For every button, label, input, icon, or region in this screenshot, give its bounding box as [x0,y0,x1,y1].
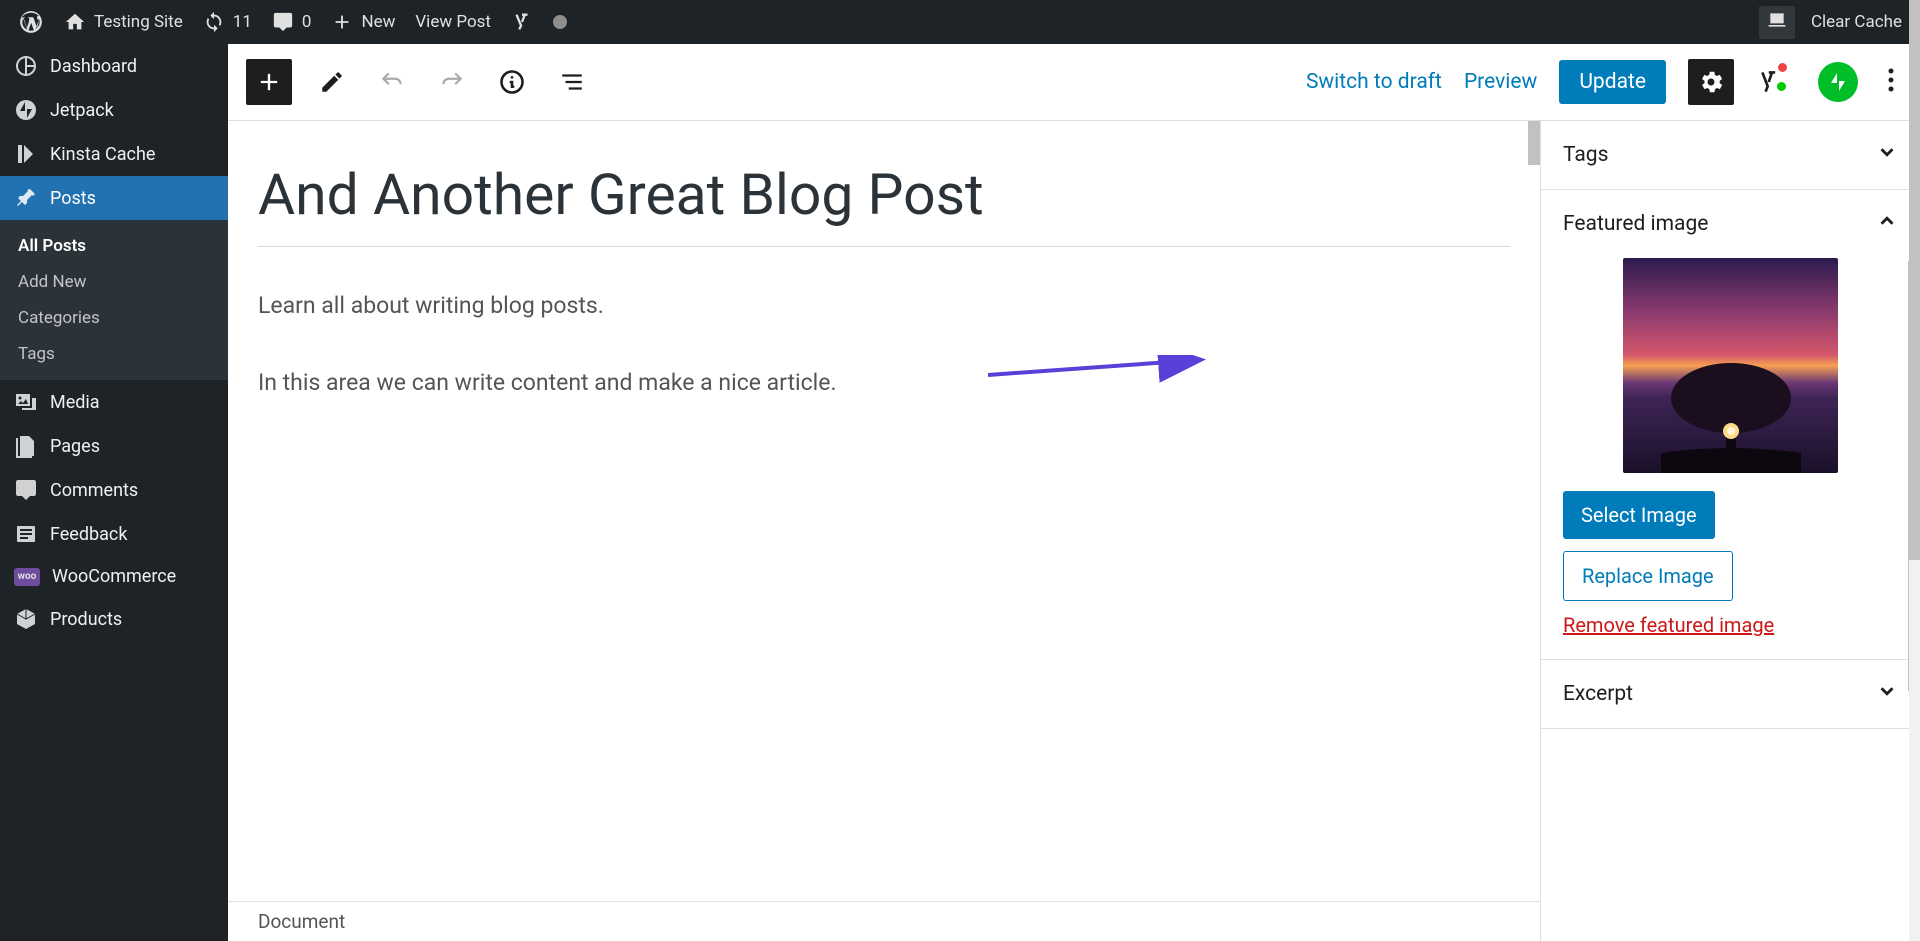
new-content[interactable]: New [321,0,405,44]
editor-main: Switch to draft Preview Update And Anoth… [228,44,1920,941]
comments-count: 0 [302,12,312,32]
updates-count: 11 [233,12,252,32]
status-dot[interactable] [543,0,577,44]
edit-mode-button[interactable] [312,62,352,102]
panel-tags-header[interactable]: Tags [1541,121,1920,189]
switch-draft-button[interactable]: Switch to draft [1306,70,1442,94]
post-paragraph-2[interactable]: In this area we can write content and ma… [258,366,1510,401]
panel-excerpt-header[interactable]: Excerpt [1541,660,1920,728]
sidebar-pages[interactable]: Pages [0,424,228,468]
jetpack-icon [14,98,38,122]
remove-featured-link[interactable]: Remove featured image [1563,613,1774,637]
admin-toolbar: Testing Site 11 0 New View Post Clear Ca… [0,0,1920,44]
canvas-scrollbar[interactable] [1528,121,1540,165]
wordpress-icon [18,9,44,35]
sidebar-media[interactable]: Media [0,380,228,424]
panel-excerpt: Excerpt [1541,660,1920,729]
add-block-button[interactable] [246,59,292,105]
updates[interactable]: 11 [193,0,262,44]
sidebar-label: WooCommerce [52,566,176,587]
submenu-tags[interactable]: Tags [0,336,228,372]
update-icon [203,11,225,33]
select-image-button[interactable]: Select Image [1563,491,1715,539]
posts-submenu: All Posts Add New Categories Tags [0,220,228,380]
yoast-icon [511,11,533,33]
home-icon [64,11,86,33]
editor-toolbar: Switch to draft Preview Update [228,44,1920,121]
sidebar-label: Jetpack [50,100,114,121]
panel-featured-image: Featured image Select Image Replace Imag… [1541,190,1920,660]
panel-tags: Tags [1541,121,1920,190]
sidebar-dashboard[interactable]: Dashboard [0,44,228,88]
chevron-up-icon [1876,210,1898,238]
feedback-icon [14,522,38,546]
cache-item[interactable]: Clear Cache [1749,0,1912,44]
monitor-icon [1759,6,1795,39]
site-name[interactable]: Testing Site [54,0,193,44]
woo-icon: woo [14,568,40,586]
sidebar-label: Feedback [50,524,127,545]
yoast-bar[interactable] [501,0,543,44]
outline-button[interactable] [552,62,592,102]
page-scrollbar-thumb[interactable] [1909,0,1920,560]
comment-icon [272,11,294,33]
redo-button[interactable] [432,62,472,102]
grey-dot-icon [553,15,567,29]
view-post[interactable]: View Post [405,0,501,44]
sidebar-comments[interactable]: Comments [0,468,228,512]
undo-button[interactable] [372,62,412,102]
page-scrollbar-track[interactable] [1909,0,1920,941]
editor-canvas[interactable]: And Another Great Blog Post Learn all ab… [228,121,1540,941]
annotation-arrow [988,355,1218,385]
preview-button[interactable]: Preview [1464,70,1537,94]
pin-icon [14,186,38,210]
sidebar-label: Dashboard [50,56,137,77]
featured-image-thumbnail[interactable] [1623,258,1838,473]
sidebar-feedback[interactable]: Feedback [0,512,228,556]
sidebar-label: Products [50,609,122,630]
plus-icon [331,11,353,33]
sidebar-label: Posts [50,188,96,209]
settings-button[interactable] [1688,59,1734,105]
view-post-text: View Post [415,12,491,32]
wp-logo[interactable] [8,0,54,44]
update-button[interactable]: Update [1559,60,1666,104]
yoast-panel-button[interactable] [1756,62,1796,102]
sidebar-jetpack[interactable]: Jetpack [0,88,228,132]
more-options-button[interactable] [1880,67,1902,97]
post-title[interactable]: And Another Great Blog Post [258,161,1510,247]
sidebar-label: Kinsta Cache [50,144,155,165]
panel-featured-header[interactable]: Featured image [1541,190,1920,258]
media-icon [14,390,38,414]
replace-image-button[interactable]: Replace Image [1563,551,1733,601]
info-button[interactable] [492,62,532,102]
submenu-categories[interactable]: Categories [0,300,228,336]
products-icon [14,607,38,631]
sidebar-posts[interactable]: Posts [0,176,228,220]
sidebar-label: Media [50,392,100,413]
chevron-down-icon [1876,680,1898,708]
submenu-all-posts[interactable]: All Posts [0,228,228,264]
editor-breadcrumb[interactable]: Document [228,901,1540,941]
new-text: New [361,12,395,32]
clear-cache-text: Clear Cache [1811,12,1902,32]
chevron-down-icon [1876,141,1898,169]
sidebar-products[interactable]: Products [0,597,228,641]
dashboard-icon [14,54,38,78]
post-paragraph-1[interactable]: Learn all about writing blog posts. [258,289,1510,324]
settings-panel: Tags Featured image Select Image Replace… [1540,121,1920,941]
sidebar-kinsta[interactable]: Kinsta Cache [0,132,228,176]
pages-icon [14,434,38,458]
admin-sidebar: Dashboard Jetpack Kinsta Cache Posts All… [0,44,228,941]
sidebar-label: Comments [50,480,138,501]
comments-icon [14,478,38,502]
sidebar-label: Pages [50,436,100,457]
site-title-text: Testing Site [94,12,183,32]
sidebar-woocommerce[interactable]: woo WooCommerce [0,556,228,597]
kinsta-icon [14,142,38,166]
comments[interactable]: 0 [262,0,322,44]
submenu-add-new[interactable]: Add New [0,264,228,300]
jetpack-panel-button[interactable] [1818,62,1858,102]
